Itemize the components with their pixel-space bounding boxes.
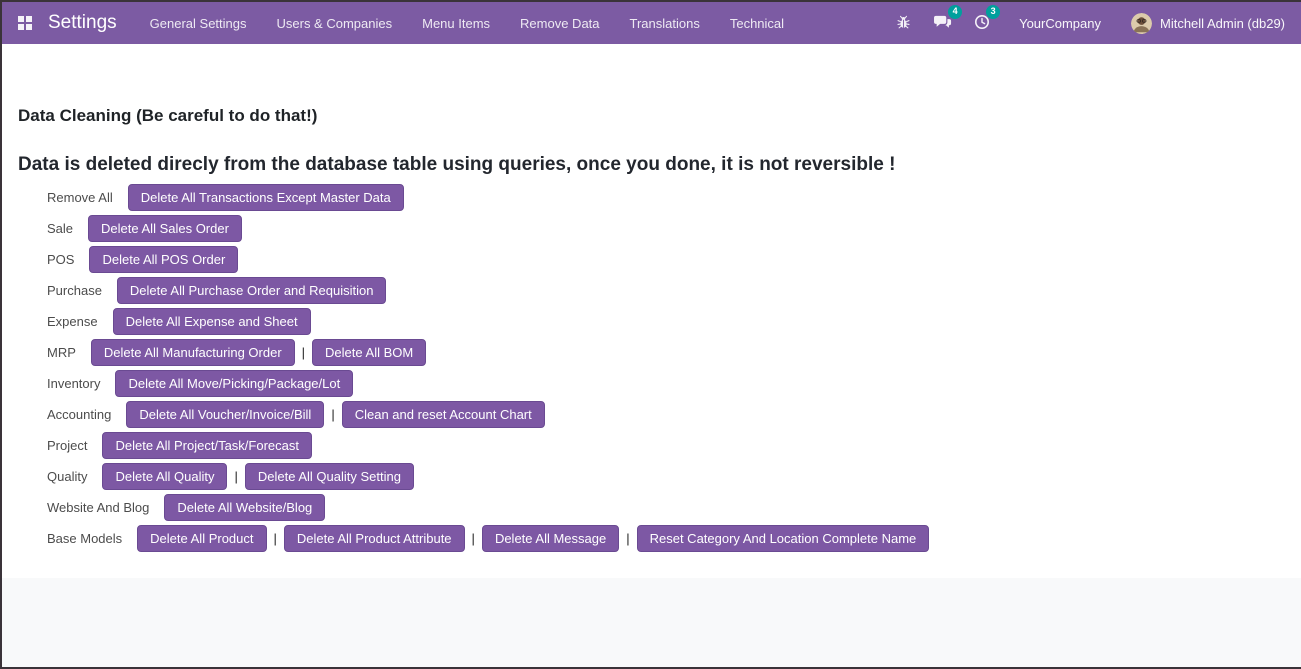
delete-button[interactable]: Delete All Transactions Except Master Da…	[128, 184, 404, 211]
data-row: Purchase Delete All Purchase Order and R…	[47, 277, 1285, 304]
row-buttons: Delete All Website/Blog	[164, 494, 325, 521]
activities-badge: 3	[986, 5, 1000, 19]
main-menu: General Settings Users & Companies Menu …	[135, 4, 799, 43]
data-row: Sale Delete All Sales Order	[47, 215, 1285, 242]
row-label: Inventory	[47, 376, 100, 391]
data-row: Base Models Delete All Product|Delete Al…	[47, 525, 1285, 552]
delete-button[interactable]: Delete All Product	[137, 525, 266, 552]
delete-button[interactable]: Delete All Message	[482, 525, 619, 552]
row-label: POS	[47, 252, 74, 267]
app-title[interactable]: Settings	[48, 12, 117, 34]
button-separator: |	[331, 407, 334, 422]
delete-button[interactable]: Delete All Voucher/Invoice/Bill	[126, 401, 324, 428]
data-row: Expense Delete All Expense and Sheet	[47, 308, 1285, 335]
user-name: Mitchell Admin (db29)	[1160, 16, 1285, 31]
messages-button[interactable]: 4	[922, 10, 963, 37]
button-separator: |	[302, 345, 305, 360]
nav-item-users-companies[interactable]: Users & Companies	[262, 4, 408, 43]
row-buttons: Delete All Product | Delete All Product At…	[137, 525, 929, 552]
nav-item-remove-data[interactable]: Remove Data	[505, 4, 614, 43]
delete-button[interactable]: Delete All Move/Picking/Package/Lot	[115, 370, 353, 397]
page-title: Data Cleaning (Be careful to do that!)	[18, 106, 1285, 126]
top-navbar: Settings General Settings Users & Compan…	[2, 2, 1301, 44]
row-buttons: Delete All Expense and Sheet	[113, 308, 311, 335]
nav-item-general-settings[interactable]: General Settings	[135, 4, 262, 43]
data-row: Accounting Delete All Voucher/Invoice/Bi…	[47, 401, 1285, 428]
button-separator: |	[626, 531, 629, 546]
avatar	[1131, 13, 1152, 34]
user-menu[interactable]: Mitchell Admin (db29)	[1119, 5, 1287, 42]
messages-badge: 4	[948, 5, 962, 19]
company-switcher[interactable]: YourCompany	[1001, 4, 1119, 43]
activities-button[interactable]: 3	[963, 10, 1001, 37]
nav-item-menu-items[interactable]: Menu Items	[407, 4, 505, 43]
row-label: Project	[47, 438, 87, 453]
nav-item-translations[interactable]: Translations	[615, 4, 715, 43]
navbar-systray: 4 3 YourCompany	[885, 4, 1287, 43]
row-label: Accounting	[47, 407, 111, 422]
delete-button[interactable]: Delete All Purchase Order and Requisitio…	[117, 277, 387, 304]
delete-button[interactable]: Reset Category And Location Complete Nam…	[637, 525, 930, 552]
footer-band	[2, 578, 1301, 667]
button-separator: |	[472, 531, 475, 546]
delete-button[interactable]: Delete All Expense and Sheet	[113, 308, 311, 335]
settings-content: Data Cleaning (Be careful to do that!) D…	[2, 44, 1301, 578]
row-label: MRP	[47, 345, 76, 360]
delete-button[interactable]: Delete All POS Order	[89, 246, 238, 273]
row-buttons: Delete All Move/Picking/Package/Lot	[115, 370, 353, 397]
row-label: Sale	[47, 221, 73, 236]
button-separator: |	[234, 469, 237, 484]
data-row: Quality Delete All Quality|Delete All Qu…	[47, 463, 1285, 490]
app-window: Settings General Settings Users & Compan…	[0, 0, 1301, 669]
row-label: Purchase	[47, 283, 102, 298]
data-row: Website And Blog Delete All Website/Blog	[47, 494, 1285, 521]
delete-button[interactable]: Delete All Product Attribute	[284, 525, 465, 552]
data-row: Project Delete All Project/Task/Forecast	[47, 432, 1285, 459]
data-row: Inventory Delete All Move/Picking/Packag…	[47, 370, 1285, 397]
warning-text: Data is deleted direcly from the databas…	[18, 153, 1285, 176]
row-buttons: Delete All Purchase Order and Requisitio…	[117, 277, 387, 304]
row-label: Remove All	[47, 190, 113, 205]
row-buttons: Delete All Sales Order	[88, 215, 242, 242]
apps-menu-button[interactable]	[16, 14, 34, 32]
data-row: Remove All Delete All Transactions Excep…	[47, 184, 1285, 211]
rows: Remove All Delete All Transactions Excep…	[18, 184, 1285, 552]
row-buttons: Delete All Project/Task/Forecast	[102, 432, 312, 459]
delete-button[interactable]: Delete All BOM	[312, 339, 426, 366]
delete-button[interactable]: Clean and reset Account Chart	[342, 401, 545, 428]
row-buttons: Delete All POS Order	[89, 246, 238, 273]
row-buttons: Delete All Transactions Except Master Da…	[128, 184, 404, 211]
nav-item-technical[interactable]: Technical	[715, 4, 799, 43]
data-row: MRP Delete All Manufacturing Order|Delet…	[47, 339, 1285, 366]
row-label: Expense	[47, 314, 98, 329]
delete-button[interactable]: Delete All Quality Setting	[245, 463, 414, 490]
data-row: POS Delete All POS Order	[47, 246, 1285, 273]
delete-button[interactable]: Delete All Project/Task/Forecast	[102, 432, 312, 459]
delete-button[interactable]: Delete All Quality	[102, 463, 227, 490]
row-label: Base Models	[47, 531, 122, 546]
row-label: Website And Blog	[47, 500, 149, 515]
delete-button[interactable]: Delete All Manufacturing Order	[91, 339, 295, 366]
apps-grid-icon	[18, 16, 32, 30]
row-label: Quality	[47, 469, 87, 484]
delete-button[interactable]: Delete All Website/Blog	[164, 494, 325, 521]
row-buttons: Delete All Voucher/Invoice/Bill | Clean an…	[126, 401, 544, 428]
button-separator: |	[274, 531, 277, 546]
delete-button[interactable]: Delete All Sales Order	[88, 215, 242, 242]
debug-button[interactable]	[885, 10, 922, 37]
row-buttons: Delete All Quality | Delete All Quality Se…	[102, 463, 413, 490]
row-buttons: Delete All Manufacturing Order | Delete Al…	[91, 339, 426, 366]
bug-icon	[896, 14, 911, 33]
